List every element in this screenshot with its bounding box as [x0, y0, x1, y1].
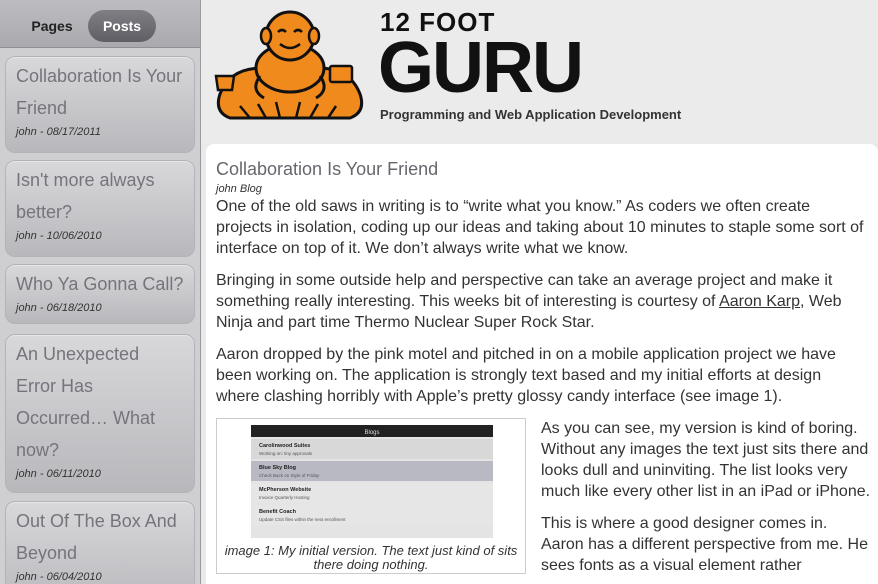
post-title: Collaboration Is Your Friend: [216, 159, 439, 179]
post-list-item-meta: john - 06/11/2010: [16, 468, 101, 480]
post-list-item-title: Collaboration Is Your Friend: [16, 66, 183, 118]
guru-mascot-icon: [214, 10, 364, 120]
figure-caption: image 1: My initial version. The text ju…: [224, 543, 518, 572]
screenshot-row-sub: Check Back on Style of Friday: [259, 473, 320, 478]
post-paragraph: One of the old saws in writing is to “wr…: [216, 198, 864, 257]
site-header: 12 FOOT GURU Programming and Web Applica…: [202, 0, 878, 144]
figure-image-1: Blogs Carolinwood Suites Working on: tin…: [216, 418, 526, 574]
post-body: One of the old saws in writing is to “wr…: [216, 196, 868, 407]
initial-version-screenshot[interactable]: Blogs Carolinwood Suites Working on: tin…: [251, 425, 493, 538]
post-paragraph: Bringing in some outside help and perspe…: [216, 270, 868, 333]
post-list-item-meta: john - 10/06/2010: [16, 230, 102, 242]
tab-pages[interactable]: Pages: [10, 10, 94, 42]
post-list-item-title: An Unexpected Error Has Occurred… What n…: [16, 344, 156, 460]
tab-posts[interactable]: Posts: [88, 10, 156, 42]
post-list-item[interactable]: Collaboration Is Your Friend john - 08/1…: [5, 56, 195, 153]
post-list-item-title: Out Of The Box And Beyond: [16, 511, 177, 563]
post-list-item-title: Who Ya Gonna Call?: [16, 274, 184, 294]
post-paragraph: As you can see, my version is kind of bo…: [541, 420, 871, 500]
screenshot-row-sub: Invoice Quarterly Hosting: [259, 495, 310, 500]
post-list-item-meta: john - 06/04/2010: [16, 571, 102, 583]
screenshot-row-title: Carolinwood Suites: [259, 443, 310, 449]
post-meta: john Blog: [216, 183, 262, 195]
site-tagline: Programming and Web Application Developm…: [380, 107, 682, 122]
post-list-item-meta: john - 06/18/2010: [16, 302, 102, 314]
screenshot-row-sub: Update CSS files within the next enrollm…: [259, 517, 346, 522]
screenshot-row-title: Benefit Coach: [259, 509, 297, 515]
sidebar: Pages Posts Collaboration Is Your Friend…: [0, 0, 201, 584]
post-paragraph: Aaron dropped by the pink motel and pitc…: [216, 346, 836, 405]
post-list-item-meta: john - 08/17/2011: [16, 126, 101, 138]
aaron-karp-link[interactable]: Aaron Karp: [719, 293, 800, 310]
screenshot-row-title: McPherson Website: [259, 487, 311, 493]
post-list-item[interactable]: An Unexpected Error Has Occurred… What n…: [5, 334, 195, 493]
post-list-item[interactable]: Out Of The Box And Beyond john - 06/04/2…: [5, 501, 195, 584]
post-content: Collaboration Is Your Friend john Blog O…: [206, 144, 878, 584]
post-list-item[interactable]: Who Ya Gonna Call? john - 06/18/2010: [5, 264, 195, 324]
post-side-text: As you can see, my version is kind of bo…: [541, 418, 871, 584]
post-list-item[interactable]: Isn't more always better? john - 10/06/2…: [5, 160, 195, 257]
screenshot-row-sub: Working on: tiny approvals: [259, 451, 313, 456]
screenshot-row-title: Blue Sky Blog: [259, 465, 296, 471]
brand-logo-text: GURU: [378, 28, 584, 108]
post-list-item-title: Isn't more always better?: [16, 170, 155, 222]
post-paragraph: This is where a good designer comes in. …: [541, 515, 868, 574]
segmented-control: Pages Posts: [0, 0, 200, 48]
screenshot-title: Blogs: [364, 430, 379, 436]
